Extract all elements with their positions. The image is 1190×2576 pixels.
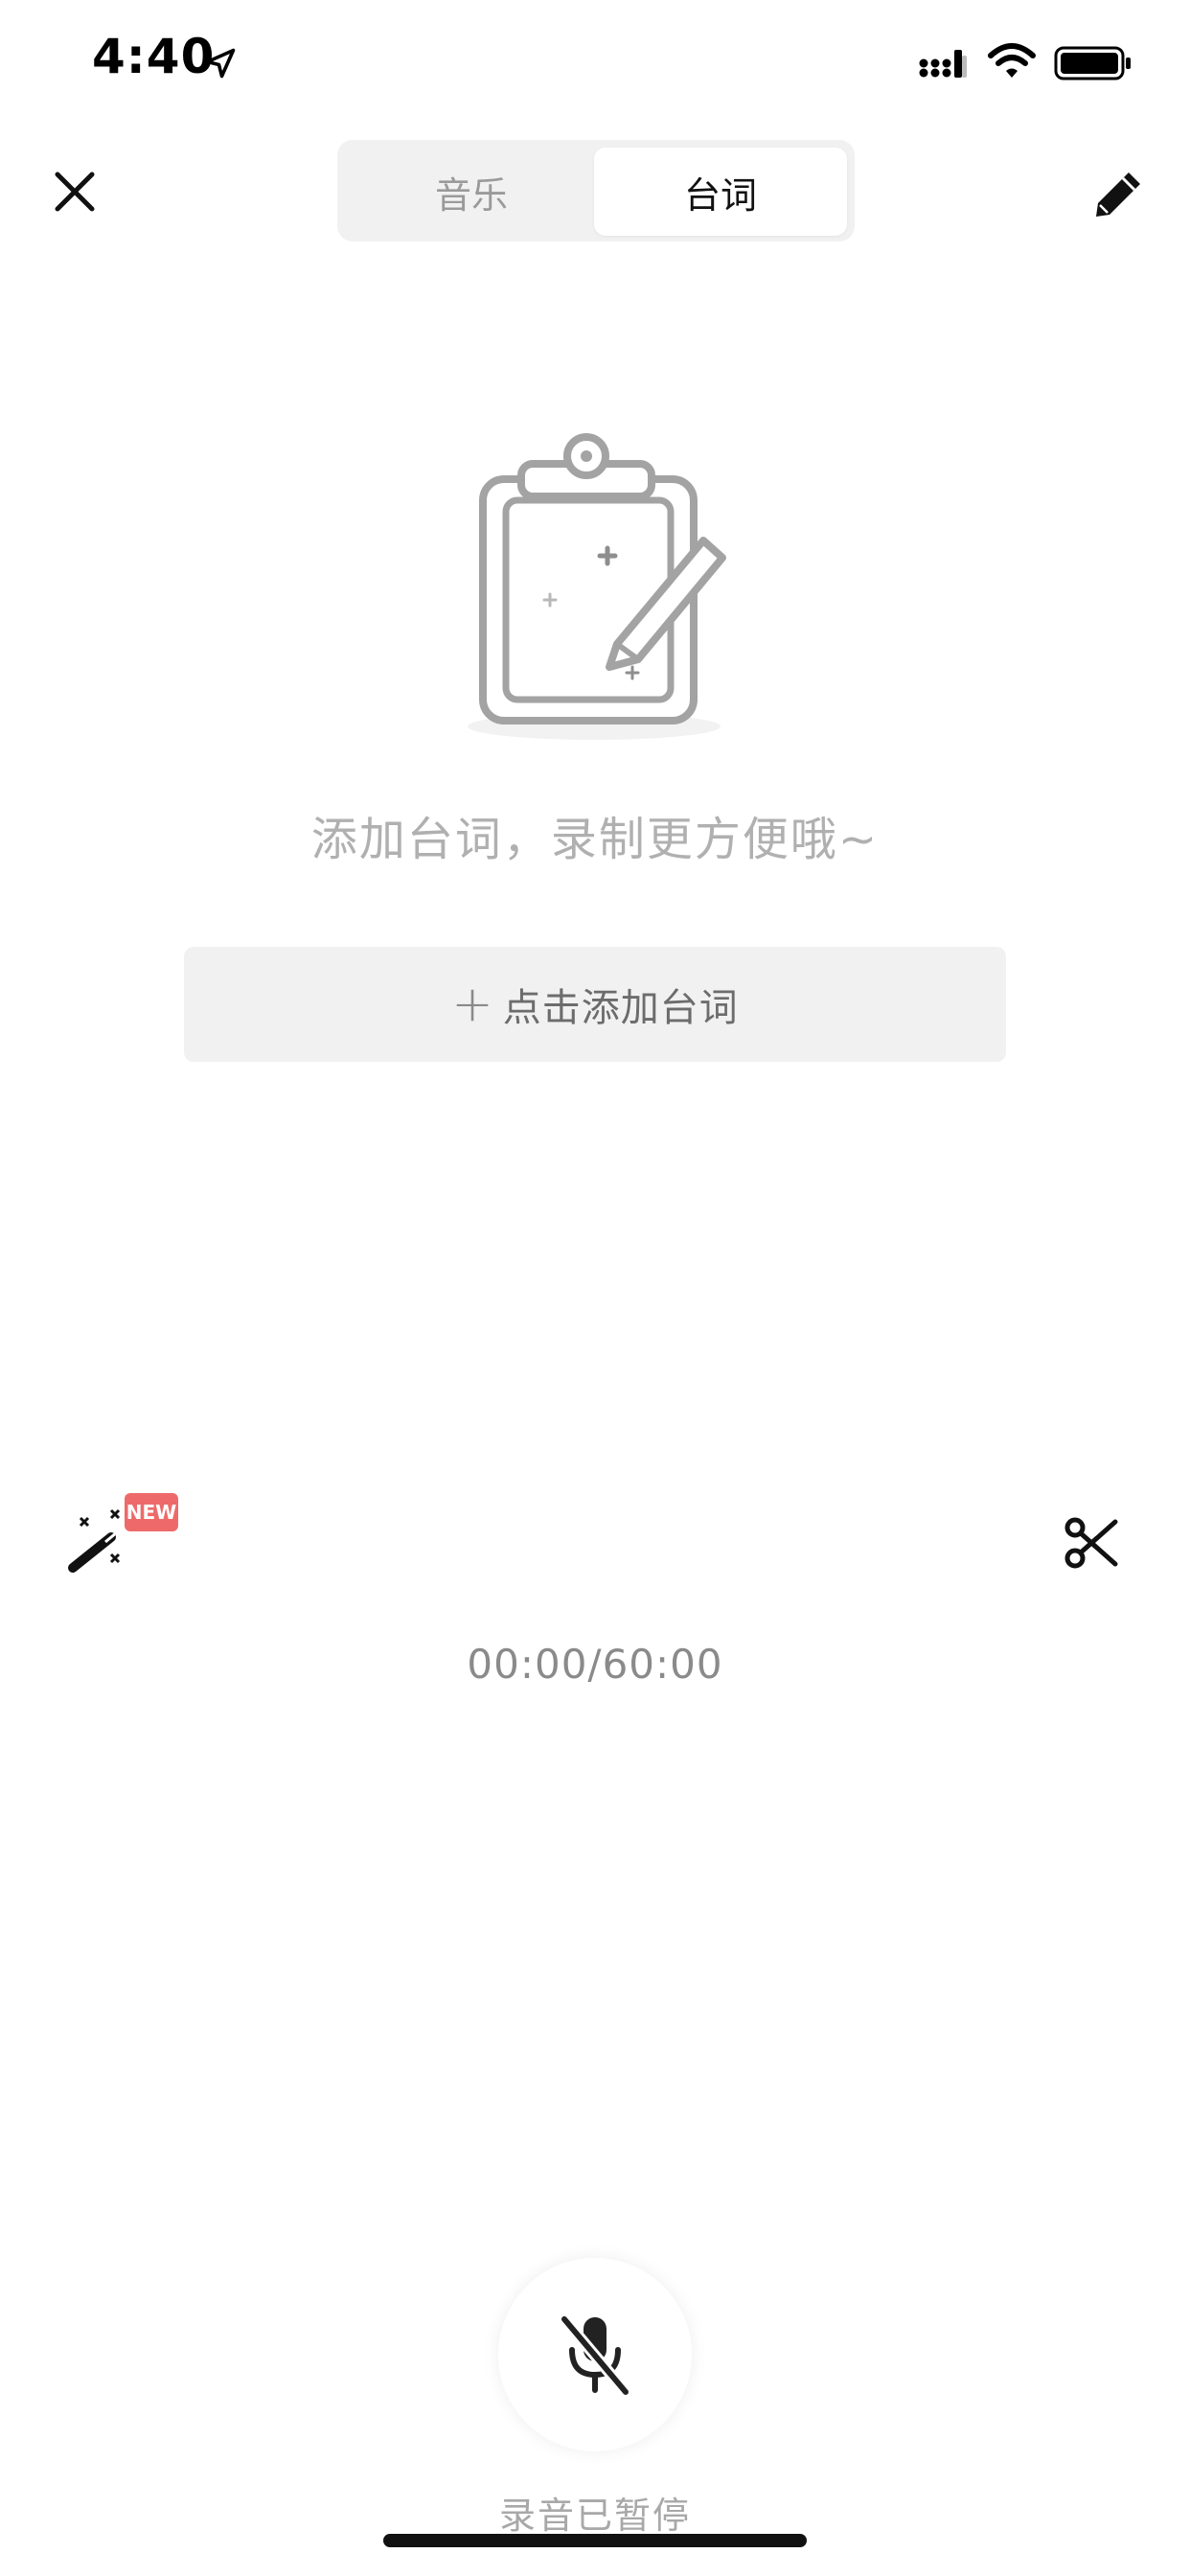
home-indicator [383,2534,807,2547]
battery-icon [1054,46,1131,80]
add-lines-label: 点击添加台词 [502,986,739,1030]
location-arrow-icon [205,48,236,79]
mic-muted-icon [559,2313,631,2398]
scissors-icon [1064,1517,1118,1569]
plus-icon: + [451,976,493,1033]
mic-toggle-button[interactable] [498,2258,692,2451]
record-timer: 00:00/60:00 [467,1641,723,1688]
recording-status: 录音已暂停 [498,2495,691,2537]
add-lines-button[interactable]: + 点击添加台词 [184,947,1006,1062]
pencil-icon [1096,172,1140,217]
signal-icon [919,50,967,78]
segmented-control: 音乐 台词 [337,140,855,242]
tab-lines[interactable]: 台词 [594,148,847,236]
close-icon [55,172,95,212]
new-badge: NEW [125,1493,178,1531]
close-button[interactable] [48,165,102,218]
tab-music[interactable]: 音乐 [345,148,598,236]
status-time: 4:40 [92,29,216,84]
clipboard-pen-icon [468,433,726,740]
empty-state-message: 添加台词，录制更方便哦~ [310,813,880,866]
edit-button[interactable] [1087,163,1150,226]
wifi-icon [988,43,1036,78]
scissors-button[interactable] [1064,1514,1121,1572]
